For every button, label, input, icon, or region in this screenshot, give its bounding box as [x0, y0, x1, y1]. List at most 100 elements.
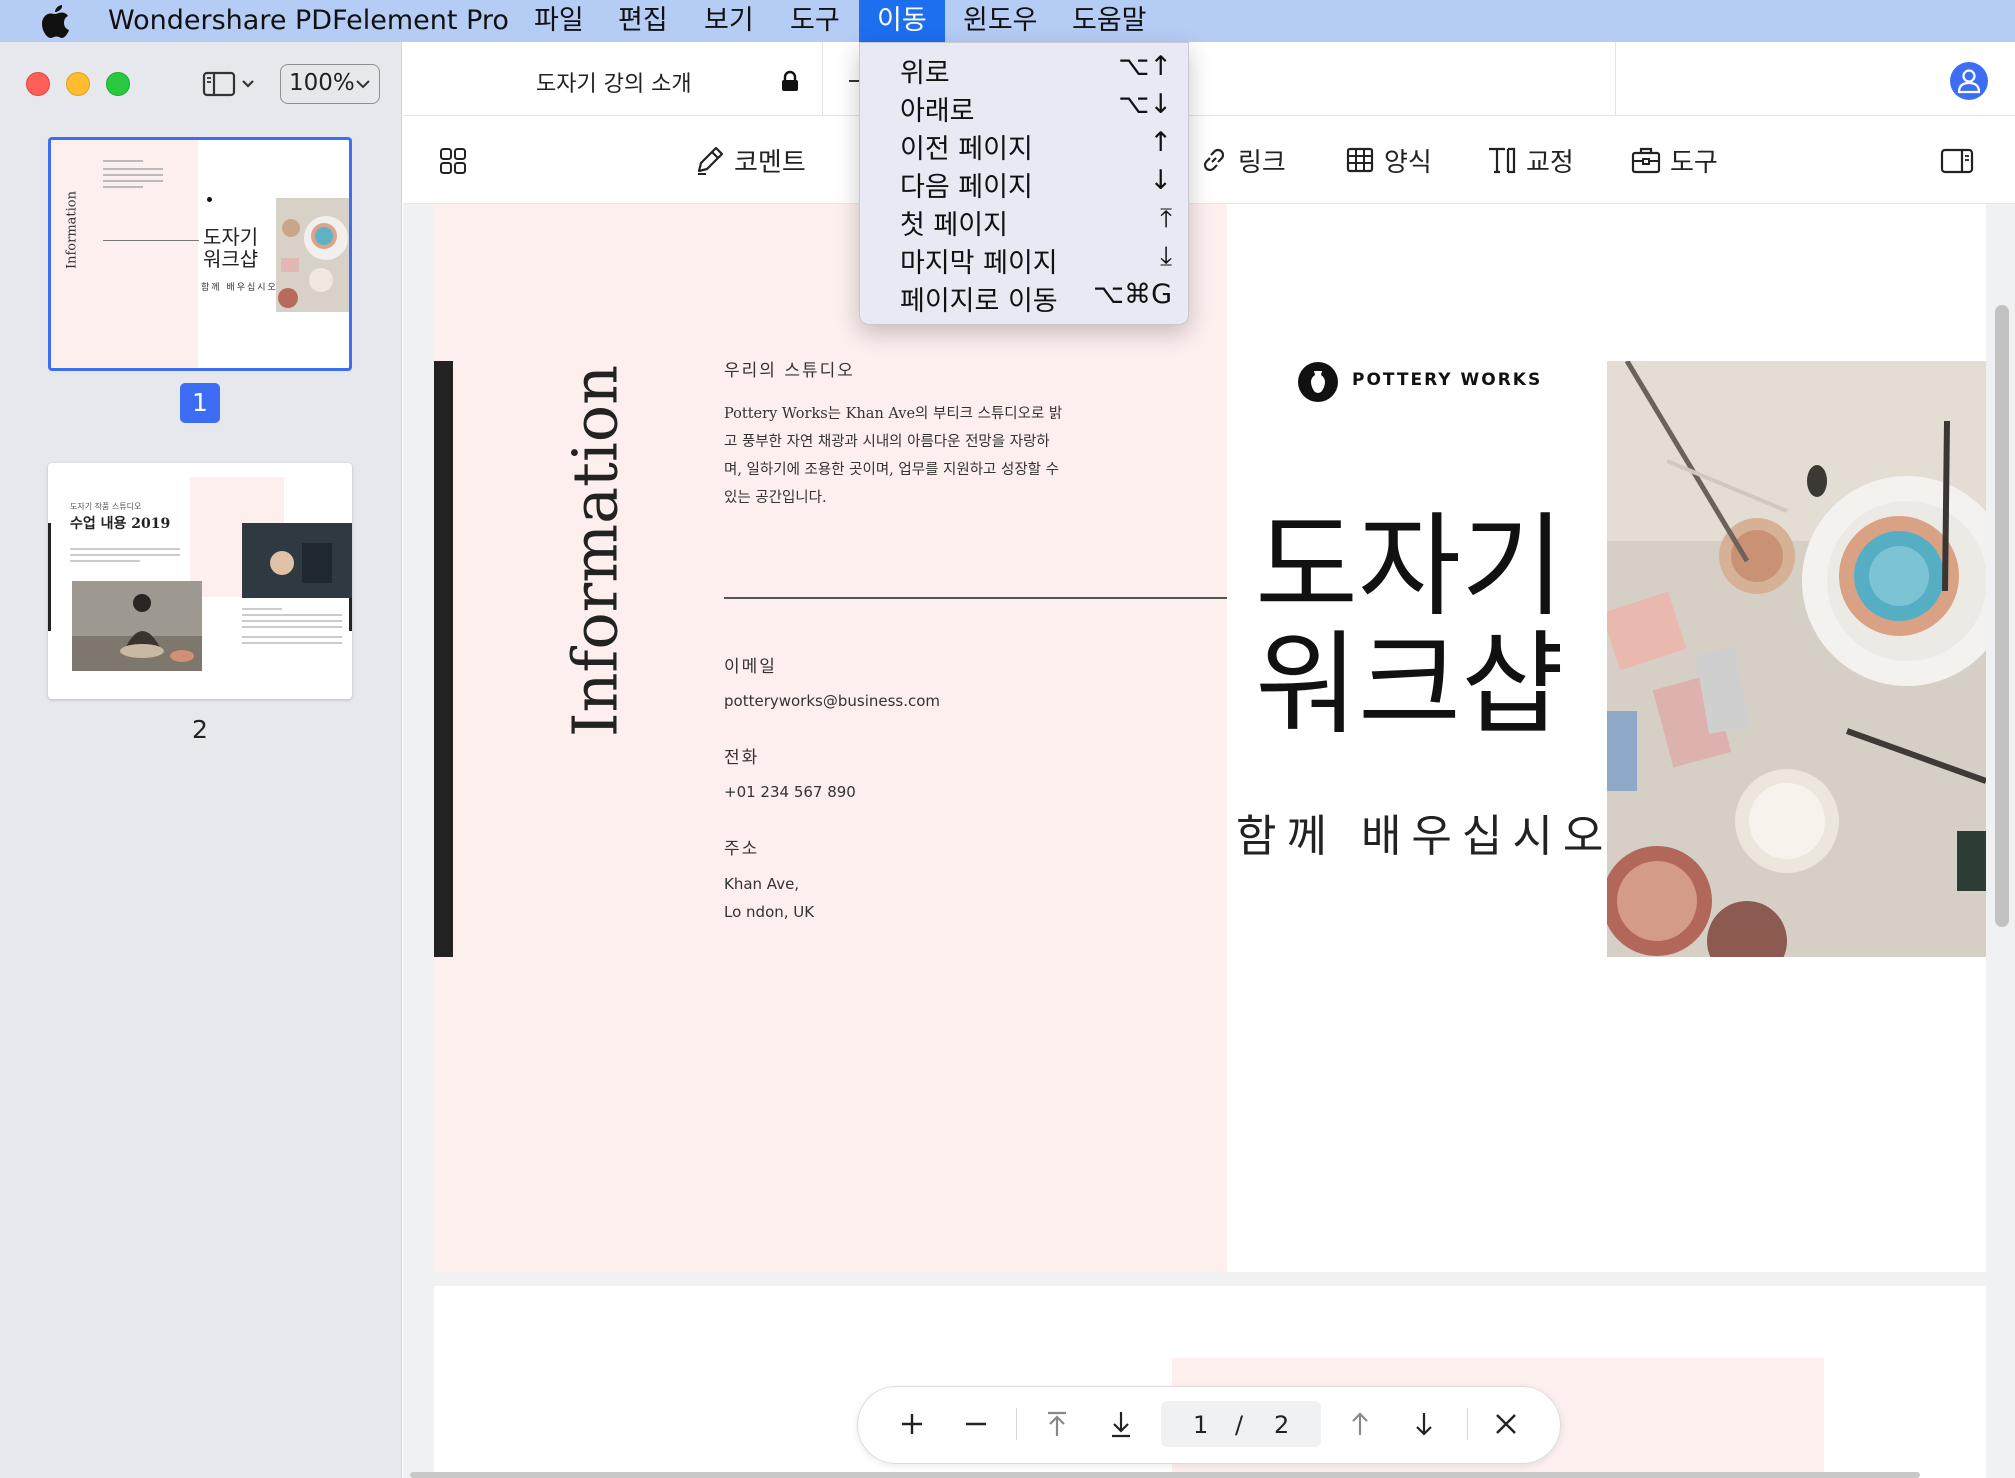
email-label: 이메일 [724, 657, 777, 677]
current-page: 1 [1193, 1411, 1209, 1439]
workshop-title-line-2: 워크샵 [1255, 620, 1565, 750]
toolbar-comment[interactable]: 코멘트 [694, 140, 806, 180]
toolbar-tools[interactable]: 도구 [1630, 140, 1718, 180]
go-menu-dropdown: 위로 ⌥↑ 아래로 ⌥↓ 이전 페이지 ↑ 다음 페이지 ↓ 첫 페이지 ⤒ 마… [859, 42, 1189, 325]
thumb-title: 도자기 워크샵 [203, 225, 259, 271]
thumb2-text-lines [70, 548, 180, 562]
thumb-text-lines [103, 160, 163, 230]
link-icon [1203, 148, 1225, 172]
thumb2-photo-1 [72, 581, 202, 671]
grid-view-icon[interactable] [438, 146, 468, 176]
user-icon [1957, 69, 1981, 94]
pen-icon [697, 146, 724, 175]
thumb-subtitle: 함께 배우십시오 [201, 283, 278, 293]
studio-heading: 우리의 스튜디오 [724, 361, 855, 381]
zoom-out-icon[interactable] [958, 1406, 994, 1442]
toolbar-comment-label: 코멘트 [734, 147, 806, 178]
zoom-window-button[interactable] [106, 72, 130, 96]
menu-file[interactable]: 파일 [516, 0, 602, 42]
page-thumbnail-1[interactable]: Information 도자기 워크샵 함께 배우십시오 [48, 137, 352, 371]
thumb-photo [276, 198, 349, 312]
workshop-title: 도자기 워크샵 [1255, 508, 1615, 744]
next-page-icon[interactable] [1406, 1406, 1442, 1442]
nav-separator [1016, 1408, 1017, 1440]
address-line-1: Khan Ave, [724, 875, 800, 893]
vertical-scrollbar[interactable] [1995, 305, 2009, 927]
menu-window[interactable]: 윈도우 [945, 0, 1056, 42]
table-icon [1346, 147, 1374, 173]
shortcut-text: ⌥↓ [1118, 89, 1172, 120]
thumb2-title: 수업 내용 2019 [70, 516, 171, 532]
menu-item-last-page[interactable]: 마지막 페이지 ⤓ [860, 239, 1190, 279]
tab-separator [849, 80, 859, 82]
vertical-title: Information [558, 364, 632, 738]
sidebar-toggle-icon[interactable] [200, 68, 260, 100]
workshop-title-line-1: 도자기 [1255, 502, 1565, 632]
email-value: potteryworks@business.com [724, 692, 941, 710]
horizontal-scrollbar[interactable] [410, 1472, 1920, 1478]
menu-item-next-page[interactable]: 다음 페이지 ↓ [860, 163, 1190, 203]
page-number-2: 2 [192, 715, 208, 744]
thumb-rule [103, 240, 199, 241]
nav-separator-2 [1467, 1408, 1468, 1440]
thumb-vertical-text: Information [64, 190, 80, 270]
close-window-button[interactable] [26, 72, 50, 96]
menu-view[interactable]: 보기 [686, 0, 772, 42]
page-black-bar [434, 361, 453, 957]
thumb-logo [207, 197, 212, 202]
app-name[interactable]: Wondershare PDFelement Pro [108, 4, 509, 38]
divider-line [724, 597, 1227, 599]
close-icon[interactable] [1488, 1406, 1524, 1442]
previous-page-icon[interactable] [1342, 1406, 1378, 1442]
last-page-icon[interactable] [1103, 1406, 1139, 1442]
page-indicator[interactable]: 1 / 2 [1161, 1401, 1321, 1447]
page-separator: / [1235, 1411, 1244, 1439]
lock-icon [782, 70, 798, 91]
menu-help[interactable]: 도움말 [1054, 0, 1165, 42]
user-avatar[interactable] [1950, 62, 1988, 100]
right-panel-icon[interactable] [1940, 147, 1974, 175]
studio-description: Pottery Works는 Khan Ave의 부티크 스튜디오로 밝고 풍부… [724, 406, 1063, 506]
first-page-icon[interactable] [1039, 1406, 1075, 1442]
workshop-subtitle: 함께 배우십시오 [1236, 811, 1614, 862]
shortcut-text: ⤓ [1160, 241, 1172, 272]
toolbar-link-label: 링크 [1238, 147, 1286, 178]
minimize-window-button[interactable] [66, 72, 90, 96]
toolbar-form[interactable]: 양식 [1344, 140, 1432, 180]
toolbar-link[interactable]: 링크 [1198, 140, 1286, 180]
thumb2-photo-2 [242, 523, 352, 598]
page-thumbnail-2[interactable]: 도자기 작품 스튜디오 수업 내용 2019 [48, 463, 352, 699]
menu-edit[interactable]: 편집 [600, 0, 686, 42]
menu-go[interactable]: 이동 [859, 0, 945, 42]
toolbar-redact-label: 교정 [1526, 147, 1574, 178]
total-pages: 2 [1274, 1411, 1290, 1439]
menu-item-go-to-page[interactable]: 페이지로 이동 ⌥⌘G [860, 277, 1190, 317]
phone-label: 전화 [724, 748, 760, 768]
pottery-logo [1298, 362, 1338, 402]
tab-divider [1615, 42, 1616, 116]
brand-name: POTTERY WORKS [1352, 370, 1543, 390]
address-label: 주소 [724, 839, 760, 859]
zoom-in-icon[interactable] [894, 1406, 930, 1442]
shortcut-text: ↑ [1149, 127, 1172, 158]
thumb2-text-lines-2 [242, 608, 342, 644]
thumb2-bar [48, 523, 51, 631]
apple-icon[interactable] [38, 3, 72, 39]
menu-tools[interactable]: 도구 [772, 0, 858, 42]
toolbar-redact[interactable]: 교정 [1486, 140, 1574, 180]
menu-item-previous-page[interactable]: 이전 페이지 ↑ [860, 125, 1190, 165]
zoom-value: 100% [289, 70, 355, 96]
address-line-2: Lo ndon, UK [724, 903, 815, 921]
phone-value: +01 234 567 890 [724, 783, 856, 801]
document-tab-title: 도자기 강의 소개 [536, 72, 692, 97]
page-number-badge-1: 1 [180, 383, 220, 423]
redact-icon [1489, 147, 1516, 174]
menu-item-up[interactable]: 위로 ⌥↑ [860, 49, 1190, 89]
menu-item-down[interactable]: 아래로 ⌥↓ [860, 87, 1190, 127]
zoom-select[interactable]: 100% [280, 64, 380, 104]
shortcut-text: ⤒ [1160, 203, 1172, 234]
menu-item-first-page[interactable]: 첫 페이지 ⤒ [860, 201, 1190, 241]
pottery-photo [1607, 361, 1986, 957]
chevron-down-icon [356, 80, 370, 89]
vase-icon [1311, 371, 1325, 393]
